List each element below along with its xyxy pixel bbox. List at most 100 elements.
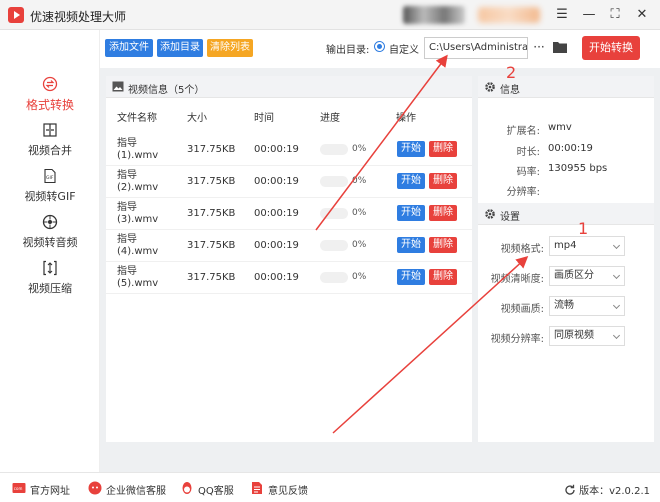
annotation-number-1: 1	[578, 219, 589, 238]
sidebar-item-format-convert[interactable]: 格式转换	[0, 76, 100, 120]
app-logo-icon	[8, 7, 24, 23]
add-file-button[interactable]: 添加文件	[105, 39, 153, 57]
resolution-label: 分辨率:	[506, 187, 540, 198]
row-delete-button[interactable]: 删除	[429, 269, 457, 285]
progress-percent: 0%	[352, 208, 367, 218]
row-start-button[interactable]: 开始	[397, 269, 425, 285]
settings-header: 设置	[478, 203, 654, 225]
info-header: 信息	[478, 76, 654, 98]
feedback-icon	[252, 482, 262, 494]
gear-icon	[485, 82, 495, 92]
row-start-button[interactable]: 开始	[397, 205, 425, 221]
svg-text:GIF: GIF	[46, 175, 54, 181]
bitrate-value: 130955 bps	[548, 163, 608, 174]
sidebar-item-label: 视频压缩	[28, 282, 72, 295]
info-title: 信息	[500, 85, 520, 96]
row-delete-button[interactable]: 删除	[429, 141, 457, 157]
start-convert-button[interactable]: 开始转换	[582, 36, 640, 60]
progress-bar	[320, 144, 348, 155]
video-clarity-label: 视频清晰度:	[490, 274, 544, 285]
chevron-down-icon	[612, 301, 621, 310]
chevron-down-icon	[612, 331, 621, 340]
extension-label: 扩展名:	[506, 126, 540, 137]
video-format-value: mp4	[554, 240, 577, 251]
video-quality-value: 流畅	[554, 300, 574, 311]
file-size: 317.75KB	[187, 144, 236, 155]
custom-radio-label[interactable]: 自定义	[389, 41, 419, 56]
sidebar-item-gif[interactable]: GIF 视频转GIF	[0, 168, 100, 212]
video-list-header: 视频信息（5个）	[106, 76, 472, 98]
file-duration: 00:00:19	[254, 208, 299, 219]
file-name: 指导 (5).wmv	[117, 266, 159, 289]
sidebar-item-label: 视频合并	[28, 144, 72, 157]
video-resolution-label: 视频分辨率:	[490, 334, 544, 345]
menu-icon[interactable]: ☰	[552, 5, 572, 25]
folder-icon[interactable]	[552, 40, 568, 54]
progress-percent: 0%	[352, 272, 367, 282]
row-start-button[interactable]: 开始	[397, 141, 425, 157]
format-convert-icon	[42, 76, 58, 92]
status-bar: com 官方网址 企业微信客服 QQ客服 意见反馈 版本：v2.0.2.1	[0, 472, 660, 502]
video-format-select[interactable]: mp4	[549, 236, 625, 256]
user-name[interactable]	[478, 7, 540, 23]
progress-bar	[320, 272, 348, 283]
row-delete-button[interactable]: 删除	[429, 237, 457, 253]
wechat-icon	[88, 481, 102, 495]
table-row[interactable]: 指导 (1).wmv 317.75KB 00:00:19 0% 开始 删除	[106, 134, 472, 166]
file-size: 317.75KB	[187, 240, 236, 251]
column-header-actions: 操作	[396, 113, 416, 124]
row-delete-button[interactable]: 删除	[429, 173, 457, 189]
sidebar-item-merge[interactable]: 视频合并	[0, 122, 100, 166]
column-header-size: 大小	[187, 113, 207, 124]
bitrate-label: 码率:	[516, 167, 540, 178]
gif-icon: GIF	[44, 168, 56, 184]
close-icon[interactable]: ✕	[632, 5, 652, 25]
chevron-down-icon	[612, 271, 621, 280]
image-icon	[112, 81, 124, 92]
refresh-icon	[565, 484, 575, 495]
progress-percent: 0%	[352, 240, 367, 250]
add-directory-button[interactable]: 添加目录	[157, 39, 203, 57]
video-quality-select[interactable]: 流畅	[549, 296, 625, 316]
custom-radio[interactable]	[374, 41, 385, 52]
file-name: 指导 (1).wmv	[117, 138, 159, 161]
video-format-label: 视频格式:	[500, 244, 544, 255]
toolbar: 添加文件 添加目录 清除列表 输出目录: 自定义 C:\Users\Admini…	[100, 30, 660, 68]
file-duration: 00:00:19	[254, 240, 299, 251]
merge-icon	[43, 123, 57, 137]
user-avatar[interactable]	[403, 6, 465, 24]
progress-bar	[320, 240, 348, 251]
content-area: 视频信息（5个） 文件名称 大小 时间 进度 操作 指导 (1).wmv 317…	[100, 68, 660, 472]
row-start-button[interactable]: 开始	[397, 237, 425, 253]
sidebar-item-audio[interactable]: 视频转音频	[0, 214, 100, 258]
column-header-name: 文件名称	[117, 113, 157, 124]
audio-icon	[42, 214, 58, 230]
file-size: 317.75KB	[187, 176, 236, 187]
svg-text:com: com	[14, 486, 23, 491]
website-label: 官方网址	[30, 486, 70, 497]
video-clarity-value: 画质区分	[554, 270, 594, 281]
table-row[interactable]: 指导 (2).wmv 317.75KB 00:00:19 0% 开始 删除	[106, 166, 472, 198]
sidebar-item-label: 视频转GIF	[24, 190, 76, 203]
video-list-panel: 视频信息（5个） 文件名称 大小 时间 进度 操作 指导 (1).wmv 317…	[106, 76, 472, 442]
feedback-label: 意见反馈	[268, 486, 308, 497]
file-name: 指导 (2).wmv	[117, 170, 159, 193]
table-row[interactable]: 指导 (4).wmv 317.75KB 00:00:19 0% 开始 删除	[106, 230, 472, 262]
clear-list-button[interactable]: 清除列表	[207, 39, 253, 57]
row-start-button[interactable]: 开始	[397, 173, 425, 189]
minimize-icon[interactable]: —	[579, 5, 599, 25]
browse-more-button[interactable]: ···	[532, 38, 546, 56]
info-settings-panel: 信息 扩展名: wmv 时长: 00:00:19 码率: 130955 bps …	[478, 76, 654, 442]
progress-percent: 0%	[352, 176, 367, 186]
table-row[interactable]: 指导 (3).wmv 317.75KB 00:00:19 0% 开始 删除	[106, 198, 472, 230]
video-resolution-select[interactable]: 同原视频	[549, 326, 625, 346]
output-path-input[interactable]: C:\Users\Administrator\	[424, 37, 528, 59]
title-bar: 优速视频处理大师 ☰ — ⛶ ✕	[0, 0, 660, 30]
sidebar-item-compress[interactable]: 视频压缩	[0, 260, 100, 304]
website-icon: com	[12, 483, 26, 493]
video-clarity-select[interactable]: 画质区分	[549, 266, 625, 286]
table-row[interactable]: 指导 (5).wmv 317.75KB 00:00:19 0% 开始 删除	[106, 262, 472, 294]
row-delete-button[interactable]: 删除	[429, 205, 457, 221]
gear-icon	[485, 209, 495, 219]
fullscreen-icon[interactable]: ⛶	[605, 5, 625, 25]
